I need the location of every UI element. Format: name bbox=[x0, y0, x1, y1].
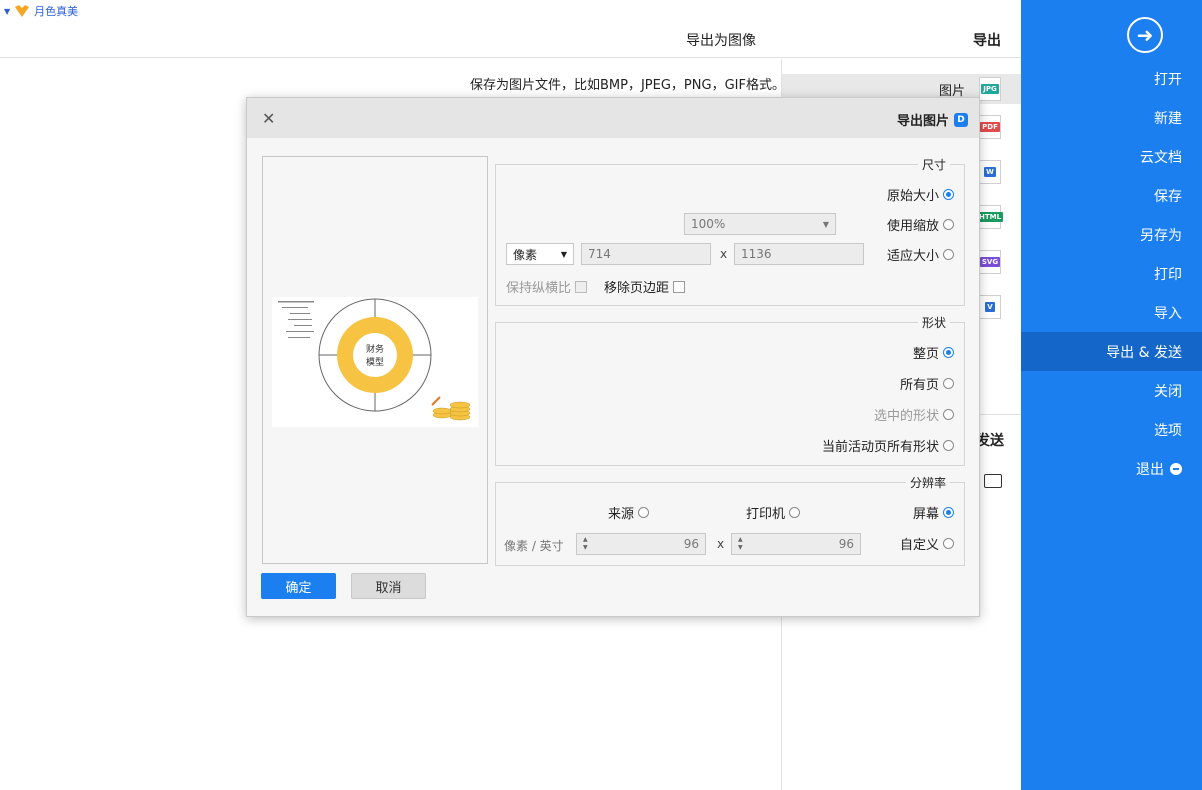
shape-group: 形状 整页 所有页 选中的形状 当前活动页所有形状 bbox=[495, 314, 965, 466]
radio-icon bbox=[943, 378, 954, 389]
unit-select[interactable]: 像素 ▼ bbox=[506, 243, 574, 265]
shape-selected-option[interactable]: 选中的形状 bbox=[874, 405, 954, 424]
keep-ratio-option[interactable]: 保持纵横比 bbox=[506, 277, 588, 296]
sidebar-item-save-as[interactable]: 另存为 bbox=[1021, 215, 1202, 254]
exit-icon bbox=[1170, 462, 1182, 475]
height-input[interactable]: 714 bbox=[581, 243, 711, 265]
width-input[interactable]: 1136 bbox=[734, 243, 864, 265]
sidebar-item-options[interactable]: 选项 bbox=[1021, 410, 1202, 449]
resolution-printer-option[interactable]: 打印机 bbox=[746, 503, 801, 522]
sidebar: ➜ 打开 新建 云文档 保存 另存为 打印 导入 导出 & 发送 关闭 选项 退… bbox=[1021, 0, 1202, 790]
resolution-screen-option[interactable]: 屏幕 bbox=[913, 503, 954, 522]
mail-icon[interactable] bbox=[984, 474, 1002, 488]
dpi-y-input[interactable]: ▲ ▼ 96 bbox=[576, 533, 706, 555]
size-legend: 尺寸 bbox=[917, 156, 950, 173]
radio-icon bbox=[943, 440, 954, 451]
ok-button[interactable]: 确定 bbox=[261, 573, 336, 599]
subsection-title: 导出为图像 bbox=[686, 33, 756, 49]
shape-whole-page-option[interactable]: 整页 bbox=[913, 343, 954, 362]
shape-all-pages-option[interactable]: 所有页 bbox=[900, 374, 954, 393]
spinner-icon: ▲ ▼ bbox=[583, 536, 588, 551]
export-image-dialog: ✕ 导出图片 D 财务 模型 尺寸 原始大小 使用缩放 100% ▼ 适应大小 … bbox=[246, 97, 980, 617]
sidebar-item-new[interactable]: 新建 bbox=[1021, 98, 1202, 137]
chevron-down-icon: ▼ bbox=[560, 249, 567, 259]
preview-image: 财务 模型 bbox=[272, 297, 478, 427]
dialog-title: 导出图片 D bbox=[897, 110, 969, 129]
times-separator: x bbox=[720, 247, 728, 261]
top-bar: ▼ 月色真美 bbox=[0, 0, 1021, 24]
close-icon[interactable]: ✕ bbox=[262, 109, 275, 128]
send-section-title: 发送 bbox=[976, 433, 1004, 449]
svg-file-icon: SVG bbox=[979, 249, 1001, 274]
dpi-x-input[interactable]: ▲ ▼ 96 bbox=[731, 533, 861, 555]
sidebar-item-close[interactable]: 关闭 bbox=[1021, 371, 1202, 410]
radio-icon bbox=[638, 507, 650, 518]
scale-select[interactable]: 100% ▼ bbox=[684, 213, 836, 235]
radio-icon bbox=[943, 219, 954, 230]
radio-icon bbox=[943, 538, 954, 549]
preview-pane: 财务 模型 bbox=[262, 156, 488, 564]
checkbox-icon bbox=[575, 280, 588, 293]
checkbox-icon bbox=[673, 280, 686, 293]
scale-value: 100% bbox=[691, 217, 726, 231]
sidebar-item-cloud-docs[interactable]: 云文档 bbox=[1021, 137, 1202, 176]
sidebar-item-exit[interactable]: 退出 bbox=[1021, 449, 1202, 488]
html-file-icon: HTML bbox=[976, 204, 1004, 229]
radio-icon bbox=[943, 189, 954, 200]
resolution-custom-option[interactable]: 自定义 bbox=[900, 534, 954, 553]
user-name: 月色真美 bbox=[34, 5, 79, 18]
jpg-file-icon: JPG bbox=[979, 77, 1001, 101]
times-separator: x bbox=[717, 537, 725, 551]
resolution-group: 分辨率 屏幕 打印机 来源 自定义 ▲ ▼ 96 x ▲ ▼ 96 像素 / 英寸 bbox=[495, 474, 965, 566]
chevron-down-icon: ▼ bbox=[822, 219, 829, 229]
radio-icon bbox=[789, 507, 801, 518]
sidebar-item-open[interactable]: 打开 bbox=[1021, 59, 1202, 98]
dialog-header: ✕ 导出图片 D bbox=[247, 98, 979, 138]
preview-diagram: 财务 模型 bbox=[278, 298, 471, 421]
vip-badge-icon bbox=[15, 5, 30, 17]
sidebar-item-export-send[interactable]: 导出 & 发送 bbox=[1021, 332, 1202, 371]
size-fit-option[interactable]: 适应大小 bbox=[887, 245, 954, 264]
description-text: 保存为图片文件，比如BMP，JPEG，PNG，GIF格式。 bbox=[470, 78, 785, 93]
size-scale-option[interactable]: 使用缩放 bbox=[887, 215, 954, 234]
shape-legend: 形状 bbox=[917, 314, 950, 331]
section-title: 导出 bbox=[973, 33, 1001, 49]
sidebar-item-import[interactable]: 导入 bbox=[1021, 293, 1202, 332]
header-row: 导出为图像 导出 bbox=[0, 24, 1021, 58]
pdf-file-icon: PDF bbox=[979, 114, 1001, 139]
preview-center-bottom: 模型 bbox=[366, 357, 384, 368]
user-menu[interactable]: ▼ 月色真美 bbox=[4, 3, 78, 19]
format-label: 图片 bbox=[938, 83, 965, 99]
radio-icon bbox=[943, 507, 954, 518]
remove-margin-option[interactable]: 移除页边距 bbox=[604, 277, 686, 296]
radio-icon bbox=[943, 409, 954, 420]
sidebar-item-print[interactable]: 打印 bbox=[1021, 254, 1202, 293]
app-logo-icon: D bbox=[954, 112, 969, 127]
radio-icon bbox=[943, 249, 954, 260]
radio-icon bbox=[943, 347, 954, 358]
size-group: 尺寸 原始大小 使用缩放 100% ▼ 适应大小 1136 x 714 像素 ▼… bbox=[495, 156, 965, 306]
shape-all-active-option[interactable]: 当前活动页所有形状 bbox=[822, 436, 954, 455]
preview-center-top: 财务 bbox=[366, 343, 384, 355]
dpi-unit-label: 像素 / 英寸 bbox=[504, 539, 564, 553]
spinner-icon: ▲ ▼ bbox=[738, 536, 743, 551]
visio-file-icon: V bbox=[979, 294, 1001, 319]
cancel-button[interactable]: 取消 bbox=[351, 573, 426, 599]
resolution-source-option[interactable]: 来源 bbox=[608, 503, 650, 522]
resolution-legend: 分辨率 bbox=[905, 474, 950, 491]
chevron-down-icon: ▼ bbox=[4, 6, 11, 16]
size-original-option[interactable]: 原始大小 bbox=[887, 185, 954, 204]
sidebar-menu: 打开 新建 云文档 保存 另存为 打印 导入 导出 & 发送 关闭 选项 退出 bbox=[1021, 59, 1202, 488]
word-file-icon: W bbox=[979, 159, 1001, 184]
back-arrow-icon[interactable]: ➜ bbox=[1127, 17, 1163, 53]
sidebar-item-save[interactable]: 保存 bbox=[1021, 176, 1202, 215]
unit-value: 像素 bbox=[513, 247, 538, 262]
